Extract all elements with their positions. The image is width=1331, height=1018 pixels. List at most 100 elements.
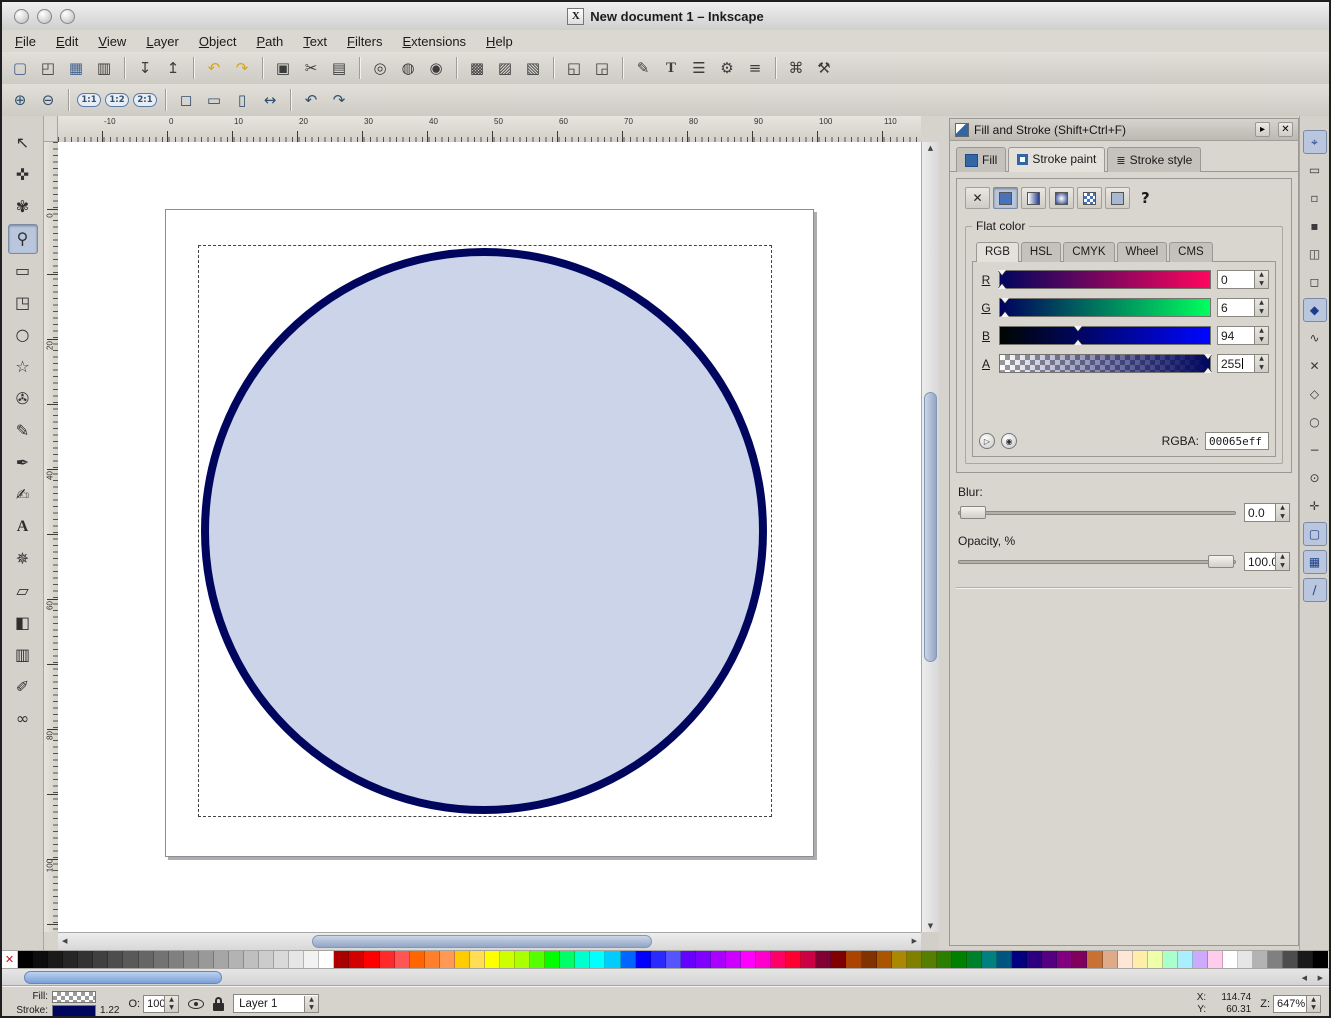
palette-swatch[interactable] bbox=[771, 951, 786, 968]
palette-swatch[interactable] bbox=[696, 951, 711, 968]
scroll-up-icon[interactable]: ▲ bbox=[922, 144, 939, 152]
vertical-scroll-thumb[interactable] bbox=[924, 392, 937, 662]
paint-radial-gradient-button[interactable] bbox=[1049, 187, 1074, 209]
menu-edit[interactable]: Edit bbox=[47, 32, 87, 51]
channel-spinbox-r[interactable]: 0▲▼ bbox=[1217, 270, 1269, 289]
zoom-1-2-button[interactable]: 1:2 bbox=[103, 87, 131, 113]
new-document-button[interactable]: ▢ bbox=[6, 55, 34, 81]
palette-swatch[interactable] bbox=[937, 951, 952, 968]
canvas-horizontal-scrollbar[interactable]: ◀ ▶ bbox=[58, 932, 921, 950]
spin-down-icon[interactable]: ▼ bbox=[1307, 1004, 1320, 1012]
dialog-close-button[interactable]: ✕ bbox=[1278, 122, 1293, 137]
palette-swatch[interactable] bbox=[244, 951, 259, 968]
palette-swatch[interactable] bbox=[1148, 951, 1163, 968]
document-properties-button[interactable]: ⌘ bbox=[782, 55, 810, 81]
spin-up-icon[interactable]: ▲ bbox=[1255, 299, 1268, 308]
eraser-tool[interactable]: ▱ bbox=[8, 576, 38, 606]
paint-none-button[interactable]: ✕ bbox=[965, 187, 990, 209]
tab-rgb[interactable]: RGB bbox=[976, 242, 1019, 262]
layers-dialog-button[interactable]: ☰ bbox=[685, 55, 713, 81]
palette-swatch[interactable] bbox=[726, 951, 741, 968]
palette-swatch[interactable] bbox=[952, 951, 967, 968]
snap-line-midpoints-button[interactable]: − bbox=[1303, 438, 1327, 462]
paint-pattern-button[interactable] bbox=[1077, 187, 1102, 209]
palette-swatch[interactable] bbox=[123, 951, 138, 968]
palette-swatch[interactable] bbox=[214, 951, 229, 968]
spin-up-icon[interactable]: ▲ bbox=[1276, 504, 1289, 513]
palette-swatch[interactable] bbox=[259, 951, 274, 968]
fill-swatch[interactable] bbox=[52, 991, 96, 1003]
palette-swatch[interactable] bbox=[108, 951, 123, 968]
stroke-swatch[interactable] bbox=[52, 1005, 96, 1017]
palette-none-swatch[interactable]: ✕ bbox=[2, 951, 18, 968]
palette-swatch[interactable] bbox=[801, 951, 816, 968]
palette-swatch[interactable] bbox=[1313, 951, 1328, 968]
snap-bbox-edge-midpoints-button[interactable]: ◫ bbox=[1303, 242, 1327, 266]
palette-swatch[interactable] bbox=[982, 951, 997, 968]
palette-swatch[interactable] bbox=[289, 951, 304, 968]
import-image-button[interactable]: ↧ bbox=[131, 55, 159, 81]
snap-guides-button[interactable]: ∕ bbox=[1303, 578, 1327, 602]
palette-swatch[interactable] bbox=[1223, 951, 1238, 968]
scroll-right-icon[interactable]: ▶ bbox=[1318, 974, 1323, 982]
palette-swatch[interactable] bbox=[274, 951, 289, 968]
spin-up-icon[interactable]: ▲ bbox=[1276, 553, 1289, 562]
menu-view[interactable]: View bbox=[89, 32, 135, 51]
palette-swatch[interactable] bbox=[831, 951, 846, 968]
scroll-left-icon[interactable]: ◀ bbox=[1302, 974, 1307, 982]
palette-swatch[interactable] bbox=[605, 951, 620, 968]
calligraphy-tool[interactable]: ✍ bbox=[8, 480, 38, 510]
menu-extensions[interactable]: Extensions bbox=[393, 32, 475, 51]
dialog-titlebar[interactable]: Fill and Stroke (Shift+Ctrl+F) ▸ ✕ bbox=[950, 119, 1298, 141]
spin-up-icon[interactable]: ▲ bbox=[1255, 355, 1268, 364]
palette-swatch[interactable] bbox=[666, 951, 681, 968]
palette-swatch[interactable] bbox=[1193, 951, 1208, 968]
spin-down-icon[interactable]: ▼ bbox=[165, 1004, 178, 1012]
palette-swatch[interactable] bbox=[1103, 951, 1118, 968]
palette-swatch[interactable] bbox=[455, 951, 470, 968]
palette-swatch[interactable] bbox=[395, 951, 410, 968]
palette-swatch[interactable] bbox=[1283, 951, 1298, 968]
pen-tool[interactable]: ✒ bbox=[8, 448, 38, 478]
palette-swatch[interactable] bbox=[846, 951, 861, 968]
vertical-ruler[interactable]: 020406080100 bbox=[44, 142, 59, 932]
channel-spinbox-b[interactable]: 94▲▼ bbox=[1217, 326, 1269, 345]
zoom-window-button[interactable] bbox=[60, 9, 75, 24]
tab-cmyk[interactable]: CMYK bbox=[1063, 242, 1114, 262]
snap-path-intersections-button[interactable]: ✕ bbox=[1303, 354, 1327, 378]
print-document-button[interactable]: ▥ bbox=[90, 55, 118, 81]
tweak-tool[interactable]: ✾ bbox=[8, 192, 38, 222]
titlebar[interactable]: X New document 1 – Inkscape bbox=[2, 2, 1329, 31]
opacity-spinbox[interactable]: 100.0 ▲ ▼ bbox=[1244, 552, 1290, 571]
tab-stroke-style[interactable]: ≣ Stroke style bbox=[1107, 147, 1201, 172]
menu-filters[interactable]: Filters bbox=[338, 32, 391, 51]
channel-spinbox-g[interactable]: 6▲▼ bbox=[1217, 298, 1269, 317]
copy-button[interactable]: ▣ bbox=[269, 55, 297, 81]
palette-swatch[interactable] bbox=[33, 951, 48, 968]
palette-swatch[interactable] bbox=[1012, 951, 1027, 968]
palette-swatch[interactable] bbox=[651, 951, 666, 968]
gradient-tool[interactable]: ▥ bbox=[8, 640, 38, 670]
color-picker-button[interactable]: ▷ bbox=[979, 433, 995, 449]
channel-spinbox-a[interactable]: 255▲▼ bbox=[1217, 354, 1269, 373]
blur-slider[interactable] bbox=[958, 505, 1236, 520]
connector-tool[interactable]: ∞ bbox=[8, 704, 38, 734]
palette-swatch[interactable] bbox=[1163, 951, 1178, 968]
xml-editor-button[interactable]: ⚙ bbox=[713, 55, 741, 81]
palette-swatch[interactable] bbox=[907, 951, 922, 968]
palette-swatch[interactable] bbox=[590, 951, 605, 968]
palette-swatch[interactable] bbox=[1042, 951, 1057, 968]
zoom-spinbox[interactable]: 647% ▲ ▼ bbox=[1273, 995, 1321, 1013]
rectangle-tool[interactable]: ▭ bbox=[8, 256, 38, 286]
menu-object[interactable]: Object bbox=[190, 32, 246, 51]
zoom-next-button[interactable]: ↷ bbox=[325, 87, 353, 113]
canvas-vertical-scrollbar[interactable]: ▲ ▼ bbox=[921, 142, 939, 932]
tab-cms[interactable]: CMS bbox=[1169, 242, 1213, 262]
menu-help[interactable]: Help bbox=[477, 32, 522, 51]
zoom-drawing-button[interactable]: ▭ bbox=[200, 87, 228, 113]
paint-bucket-tool[interactable]: ◧ bbox=[8, 608, 38, 638]
preferences-button[interactable]: ⚒ bbox=[810, 55, 838, 81]
color-slider-g[interactable] bbox=[999, 298, 1211, 317]
palette-swatch[interactable] bbox=[816, 951, 831, 968]
palette-swatch[interactable] bbox=[48, 951, 63, 968]
